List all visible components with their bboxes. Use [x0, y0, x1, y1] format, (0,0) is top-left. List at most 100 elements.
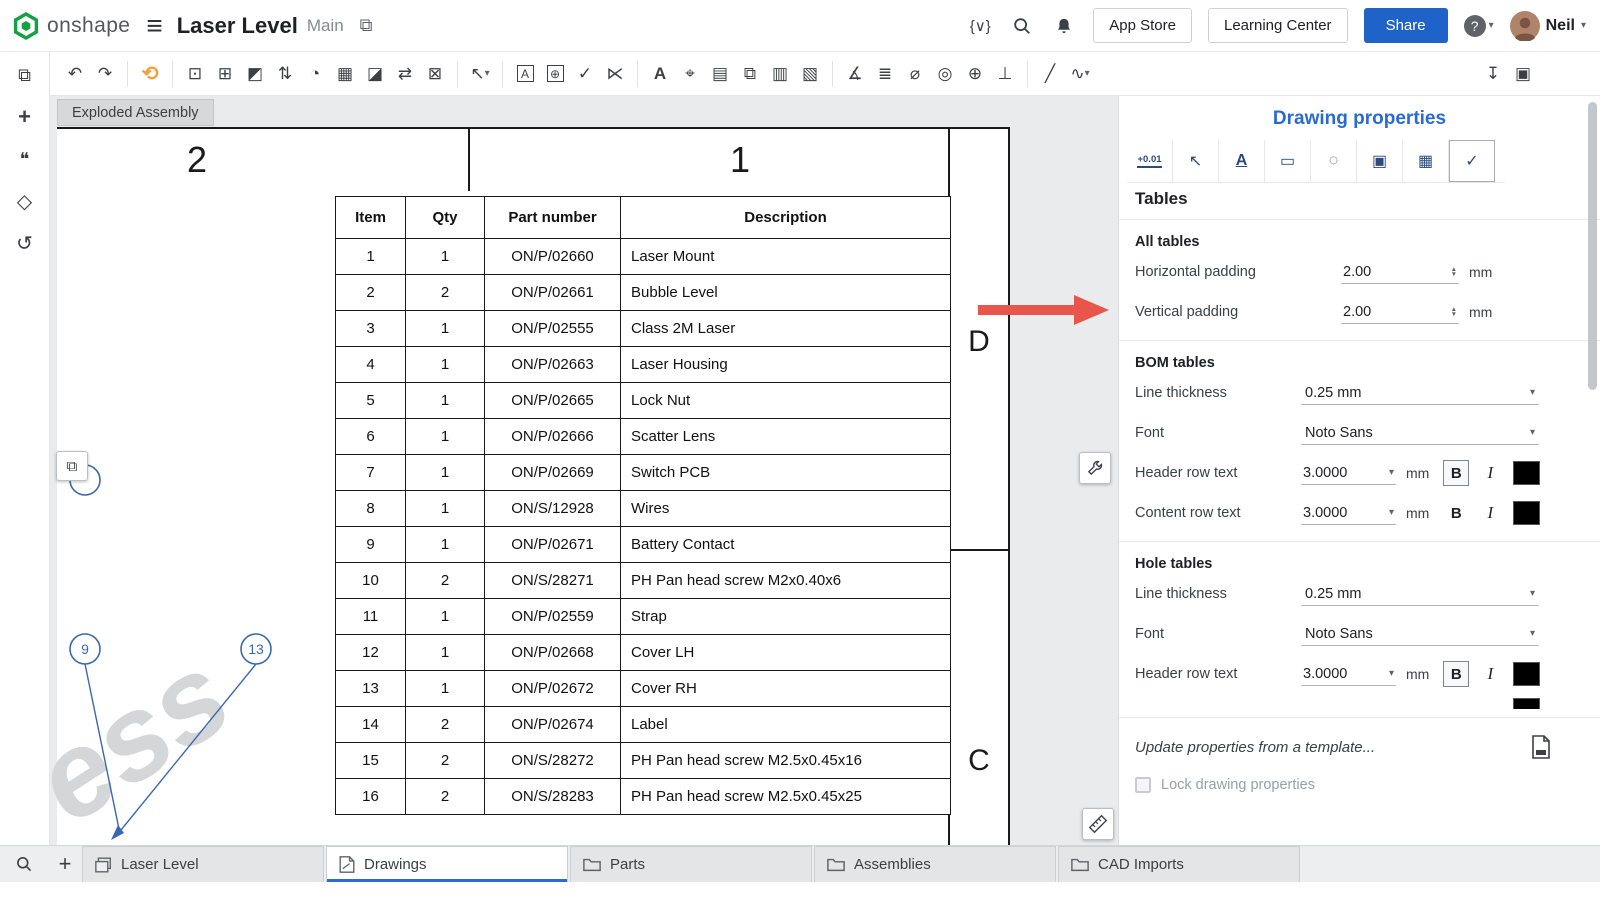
callout-leader-icon[interactable]: ↖▾ — [465, 59, 495, 89]
redo-icon[interactable]: ↷ — [90, 59, 120, 89]
dimension-icon[interactable]: ∡ — [840, 59, 870, 89]
bom-font-select[interactable]: Noto Sans▾ — [1301, 422, 1539, 445]
bom-line-thickness-select[interactable]: 0.25 mm▾ — [1301, 382, 1539, 405]
italic-button[interactable]: I — [1479, 500, 1501, 526]
lock-checkbox[interactable] — [1135, 777, 1151, 793]
diameter-dimension-icon[interactable]: ⌀ — [900, 59, 930, 89]
hole-header-text-size-select[interactable]: 3.0000▾ — [1301, 663, 1396, 686]
bom-content-text-size-select[interactable]: 3.0000▾ — [1301, 502, 1396, 525]
tab-assemblies[interactable]: Assemblies — [814, 846, 1056, 882]
bold-button[interactable]: B — [1443, 460, 1469, 486]
search-icon[interactable] — [1009, 13, 1035, 39]
text-color-swatch[interactable] — [1513, 501, 1540, 525]
stepper-icon[interactable]: ▲▼ — [1451, 267, 1457, 277]
main-menu-icon[interactable]: ≡ — [146, 12, 162, 40]
tab-parts[interactable]: Parts — [570, 846, 812, 882]
export-dxf-icon[interactable]: ↧ — [1478, 59, 1508, 89]
move-view-icon[interactable]: ⇄ — [390, 59, 420, 89]
ordinate-dimension-icon[interactable]: ≣ — [870, 59, 900, 89]
notifications-bell-icon[interactable] — [1051, 13, 1077, 39]
horizontal-padding-input[interactable]: 2.00 ▲▼ — [1341, 261, 1459, 284]
toolbar-separator — [127, 61, 128, 87]
tab-annotations[interactable]: A — [1219, 140, 1265, 182]
bom-table-icon[interactable]: ▥ — [765, 59, 795, 89]
tab-drawings[interactable]: Drawings — [326, 846, 568, 882]
hole-font-select[interactable]: Noto Sans▾ — [1301, 623, 1539, 646]
measure-tool-button[interactable] — [1082, 808, 1114, 840]
tab-dimensions[interactable]: ↖ — [1173, 140, 1219, 182]
text-color-swatch[interactable] — [1513, 461, 1540, 485]
crop-view-icon[interactable]: ⊠ — [420, 59, 450, 89]
find-annotation-icon[interactable]: ⌖ — [675, 59, 705, 89]
bom-cell: 2 — [406, 779, 485, 815]
tab-cad-imports[interactable]: CAD Imports — [1058, 846, 1300, 882]
bold-button[interactable]: B — [1443, 661, 1469, 687]
center-mark-icon[interactable]: ⊕ — [960, 59, 990, 89]
bom-table[interactable]: Item Qty Part number Description 11ON/P/… — [335, 196, 951, 815]
insert-view-icon[interactable]: ⊡ — [180, 59, 210, 89]
vertical-padding-input[interactable]: 2.00 ▲▼ — [1341, 301, 1459, 324]
share-button[interactable]: Share — [1364, 8, 1448, 43]
help-menu[interactable]: ? ▾ — [1464, 15, 1494, 37]
sheet-tab-exploded-assembly[interactable]: Exploded Assembly — [57, 99, 214, 126]
text-color-swatch[interactable] — [1513, 662, 1540, 686]
copy-document-icon[interactable]: ⧉ — [360, 15, 373, 36]
weld-symbol-icon[interactable]: ⋉ — [600, 59, 630, 89]
sheets-panel-icon[interactable]: ⧉ — [18, 64, 31, 86]
note-icon[interactable]: A — [510, 59, 540, 89]
learning-center-button[interactable]: Learning Center — [1208, 8, 1348, 43]
datum-icon[interactable]: ⊥ — [990, 59, 1020, 89]
panel-scrollbar[interactable] — [1588, 102, 1597, 390]
balloon-9[interactable]: 9 — [70, 634, 100, 664]
template-document-icon[interactable] — [1528, 733, 1554, 761]
app-store-button[interactable]: App Store — [1093, 8, 1192, 43]
drawing-canvas[interactable]: Exploded Assembly 2 1 D C ess — [50, 96, 1118, 845]
featurescript-icon[interactable]: {∨} — [967, 13, 993, 39]
tab-tables[interactable]: ▦ — [1403, 140, 1449, 182]
line-tool-icon[interactable]: ╱ — [1035, 59, 1065, 89]
table-tool-icon[interactable]: ▤ — [705, 59, 735, 89]
view-layers-button[interactable]: ⧉ — [56, 451, 88, 481]
italic-button[interactable]: I — [1479, 460, 1501, 486]
tab-sketch[interactable]: ◌ — [1311, 140, 1357, 182]
insert-image-icon[interactable]: ▣ — [1508, 59, 1538, 89]
break-out-section-icon[interactable]: ◪ — [360, 59, 390, 89]
insert-item-icon[interactable]: + — [18, 106, 31, 128]
bom-row: 91ON/P/02671Battery Contact — [336, 527, 951, 563]
hole-line-thickness-select[interactable]: 0.25 mm▾ — [1301, 583, 1539, 606]
bom-header-text-size-select[interactable]: 3.0000▾ — [1301, 462, 1396, 485]
update-views-icon[interactable]: ⟲ — [135, 59, 165, 89]
radial-dimension-icon[interactable]: ◎ — [930, 59, 960, 89]
tab-search-icon[interactable] — [0, 846, 48, 882]
hole-table-icon[interactable]: ▧ — [795, 59, 825, 89]
text-color-swatch[interactable] — [1513, 698, 1540, 709]
balloon-icon[interactable]: ⊕ — [540, 59, 570, 89]
balloon-13[interactable]: 13 — [241, 634, 271, 664]
comments-icon[interactable]: ❝ — [20, 148, 30, 170]
undo-icon[interactable]: ↶ — [60, 59, 90, 89]
update-template-link[interactable]: Update properties from a template... — [1135, 739, 1375, 756]
spline-tool-icon[interactable]: ∿▾ — [1065, 59, 1095, 89]
appearance-cube-icon[interactable]: ◇ — [17, 190, 32, 212]
sheet-list-icon[interactable]: ⧉ — [735, 59, 765, 89]
bom-cell: ON/P/02559 — [485, 599, 621, 635]
projected-view-icon[interactable]: ⊞ — [210, 59, 240, 89]
auxiliary-view-icon[interactable]: ◩ — [240, 59, 270, 89]
broken-view-icon[interactable]: ▦ — [330, 59, 360, 89]
inspection-symbol-icon[interactable]: ✓ — [570, 59, 600, 89]
add-tab-button[interactable]: + — [48, 846, 82, 882]
user-menu[interactable]: Neil ▾ — [1510, 11, 1586, 41]
panel-toggle-wrench-button[interactable] — [1079, 452, 1111, 484]
tab-sheet-border[interactable]: ▣ — [1357, 140, 1403, 182]
tab-checks[interactable]: ✓ — [1449, 140, 1495, 182]
tab-views[interactable]: ▭ — [1265, 140, 1311, 182]
history-versions-icon[interactable]: ↺ — [16, 232, 33, 254]
bold-button[interactable]: B — [1443, 500, 1469, 526]
italic-button[interactable]: I — [1479, 661, 1501, 687]
detail-view-icon[interactable]: ◔ — [300, 59, 330, 89]
stepper-icon[interactable]: ▲▼ — [1451, 307, 1457, 317]
text-tool-icon[interactable]: A — [645, 59, 675, 89]
tab-laser-level[interactable]: Laser Level — [82, 846, 324, 882]
section-view-icon[interactable]: ⇅ — [270, 59, 300, 89]
tab-units-precision[interactable]: +0.01 — [1127, 140, 1173, 182]
